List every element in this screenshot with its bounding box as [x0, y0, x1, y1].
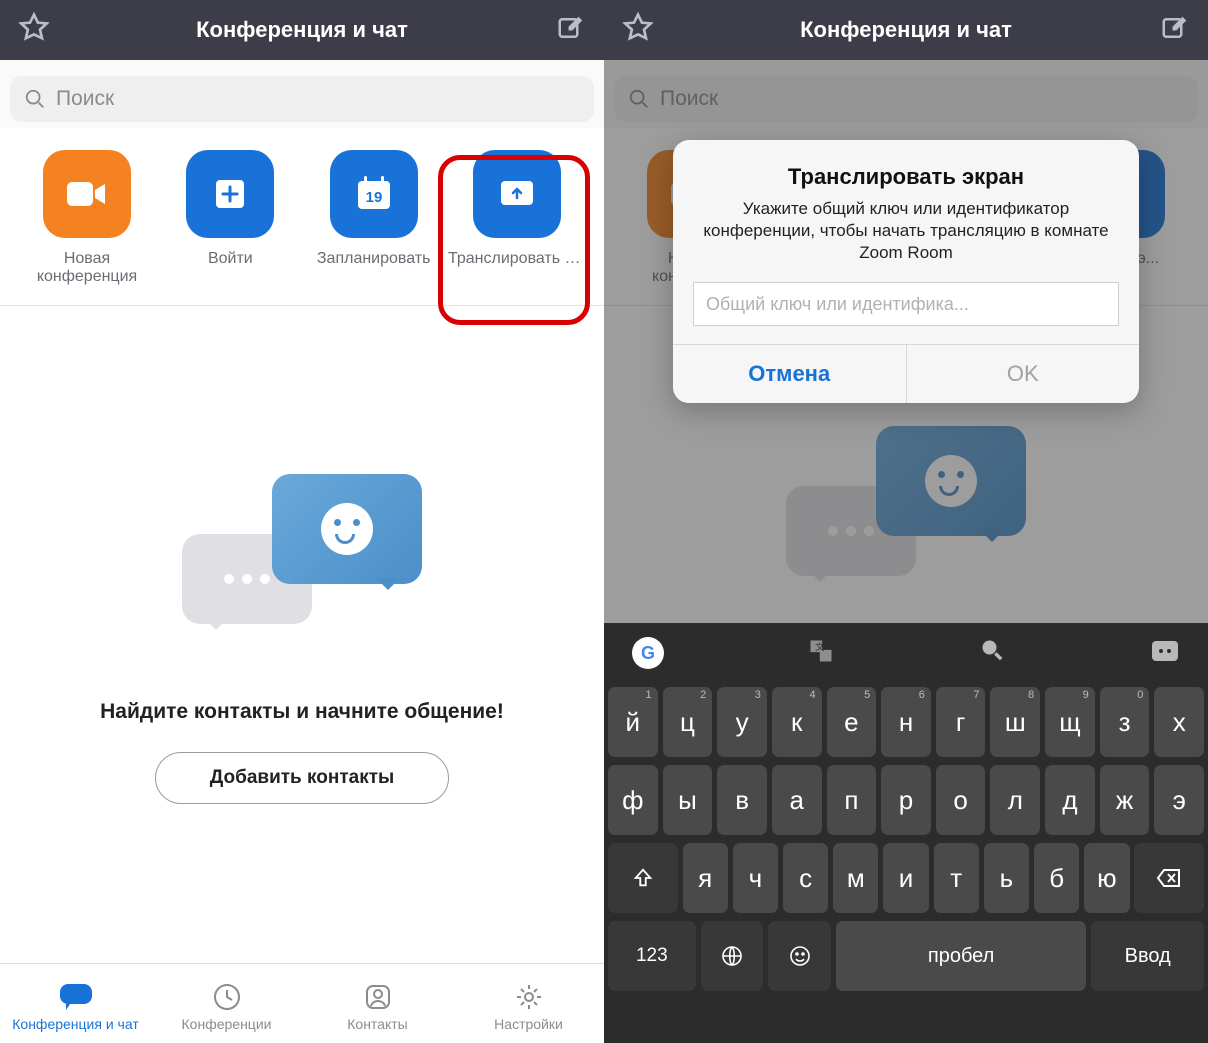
page-title: Конференция и чат [800, 17, 1012, 43]
new-meeting-button[interactable]: Новая конференция [18, 150, 156, 287]
key-с[interactable]: с [783, 843, 828, 913]
cancel-button[interactable]: Отмена [673, 345, 907, 403]
globe-key[interactable] [701, 921, 764, 991]
calendar-icon: 19 [353, 173, 395, 215]
app-header: Конференция и чат [604, 0, 1208, 60]
alert-message: Укажите общий ключ или идентификатор кон… [693, 198, 1119, 264]
gear-icon [514, 982, 544, 1012]
sharing-key-input[interactable] [693, 282, 1119, 326]
star-icon[interactable] [18, 12, 50, 49]
enter-key[interactable]: Ввод [1091, 921, 1204, 991]
key-р[interactable]: р [881, 765, 931, 835]
key-ю[interactable]: ю [1084, 843, 1129, 913]
key-л[interactable]: л [990, 765, 1040, 835]
tab-meetings[interactable]: Конференции [152, 982, 302, 1032]
voice-icon[interactable] [979, 637, 1007, 670]
ok-button[interactable]: OK [907, 345, 1140, 403]
page-title: Конференция и чат [196, 17, 408, 43]
key-у[interactable]: у3 [717, 687, 767, 757]
tab-contacts[interactable]: Контакты [303, 982, 453, 1032]
shift-key[interactable] [608, 843, 678, 913]
key-т[interactable]: т [934, 843, 979, 913]
key-ч[interactable]: ч [733, 843, 778, 913]
clock-icon [212, 982, 242, 1012]
app-header: Конференция и чат [0, 0, 604, 60]
svg-text:19: 19 [365, 189, 382, 206]
backspace-key[interactable] [1134, 843, 1204, 913]
key-щ[interactable]: щ9 [1045, 687, 1095, 757]
share-screen-alert: Транслировать экран Укажите общий ключ и… [673, 140, 1139, 403]
key-х[interactable]: х [1154, 687, 1204, 757]
key-ь[interactable]: ь [984, 843, 1029, 913]
search-icon [24, 88, 46, 110]
tab-chat[interactable]: Конференция и чат [1, 982, 151, 1032]
key-э[interactable]: э [1154, 765, 1204, 835]
key-н[interactable]: н6 [881, 687, 931, 757]
key-ф[interactable]: ф [608, 765, 658, 835]
screen-left: Конференция и чат Поиск Новая конференци… [0, 0, 604, 1043]
sticker-icon[interactable] [1150, 639, 1180, 668]
share-screen-button[interactable]: Транслировать э... [448, 150, 586, 287]
google-icon[interactable]: G [632, 637, 664, 669]
video-icon [65, 178, 109, 210]
keyboard: G 文 й1ц2у3к4е5н6г7ш8щ9з0х фывапролджэ яч… [604, 623, 1208, 1043]
empty-state-text: Найдите контакты и начните общение! [100, 700, 504, 724]
chat-illustration [182, 474, 422, 654]
svg-text:文: 文 [815, 640, 824, 651]
schedule-button[interactable]: 19 Запланировать [305, 150, 443, 287]
key-о[interactable]: о [936, 765, 986, 835]
key-ж[interactable]: ж [1100, 765, 1150, 835]
emoji-key[interactable] [768, 921, 831, 991]
key-з[interactable]: з0 [1100, 687, 1150, 757]
space-key[interactable]: пробел [836, 921, 1086, 991]
empty-state: Найдите контакты и начните общение! Доба… [0, 306, 604, 963]
key-е[interactable]: е5 [827, 687, 877, 757]
compose-icon[interactable] [556, 13, 586, 48]
keyboard-suggestion-bar: G 文 [604, 623, 1208, 683]
key-в[interactable]: в [717, 765, 767, 835]
alert-title: Транслировать экран [693, 164, 1119, 190]
join-button[interactable]: Войти [161, 150, 299, 287]
search-area: Поиск [0, 60, 604, 128]
chat-icon [58, 982, 94, 1012]
translate-icon[interactable]: 文 [807, 637, 835, 670]
key-я[interactable]: я [683, 843, 728, 913]
key-и[interactable]: и [883, 843, 928, 913]
key-б[interactable]: б [1034, 843, 1079, 913]
contacts-icon [363, 982, 393, 1012]
tab-bar: Конференция и чат Конференции Контакты Н… [0, 963, 604, 1043]
actions-row: Новая конференция Войти 19 Запланировать… [0, 128, 604, 306]
add-contacts-button[interactable]: Добавить контакты [155, 752, 450, 804]
numeric-key[interactable]: 123 [608, 921, 696, 991]
key-ц[interactable]: ц2 [663, 687, 713, 757]
key-ы[interactable]: ы [663, 765, 713, 835]
key-й[interactable]: й1 [608, 687, 658, 757]
key-ш[interactable]: ш8 [990, 687, 1040, 757]
key-г[interactable]: г7 [936, 687, 986, 757]
search-placeholder: Поиск [56, 87, 114, 111]
key-м[interactable]: м [833, 843, 878, 913]
search-input[interactable]: Поиск [10, 76, 594, 122]
screen-right: Конференция и чат Поиск Новая конфере...… [604, 0, 1208, 1043]
plus-icon [210, 174, 250, 214]
compose-icon[interactable] [1160, 13, 1190, 48]
key-к[interactable]: к4 [772, 687, 822, 757]
key-д[interactable]: д [1045, 765, 1095, 835]
key-а[interactable]: а [772, 765, 822, 835]
key-п[interactable]: п [827, 765, 877, 835]
star-icon[interactable] [622, 12, 654, 49]
tab-settings[interactable]: Настройки [454, 982, 604, 1032]
share-screen-icon [496, 175, 538, 213]
